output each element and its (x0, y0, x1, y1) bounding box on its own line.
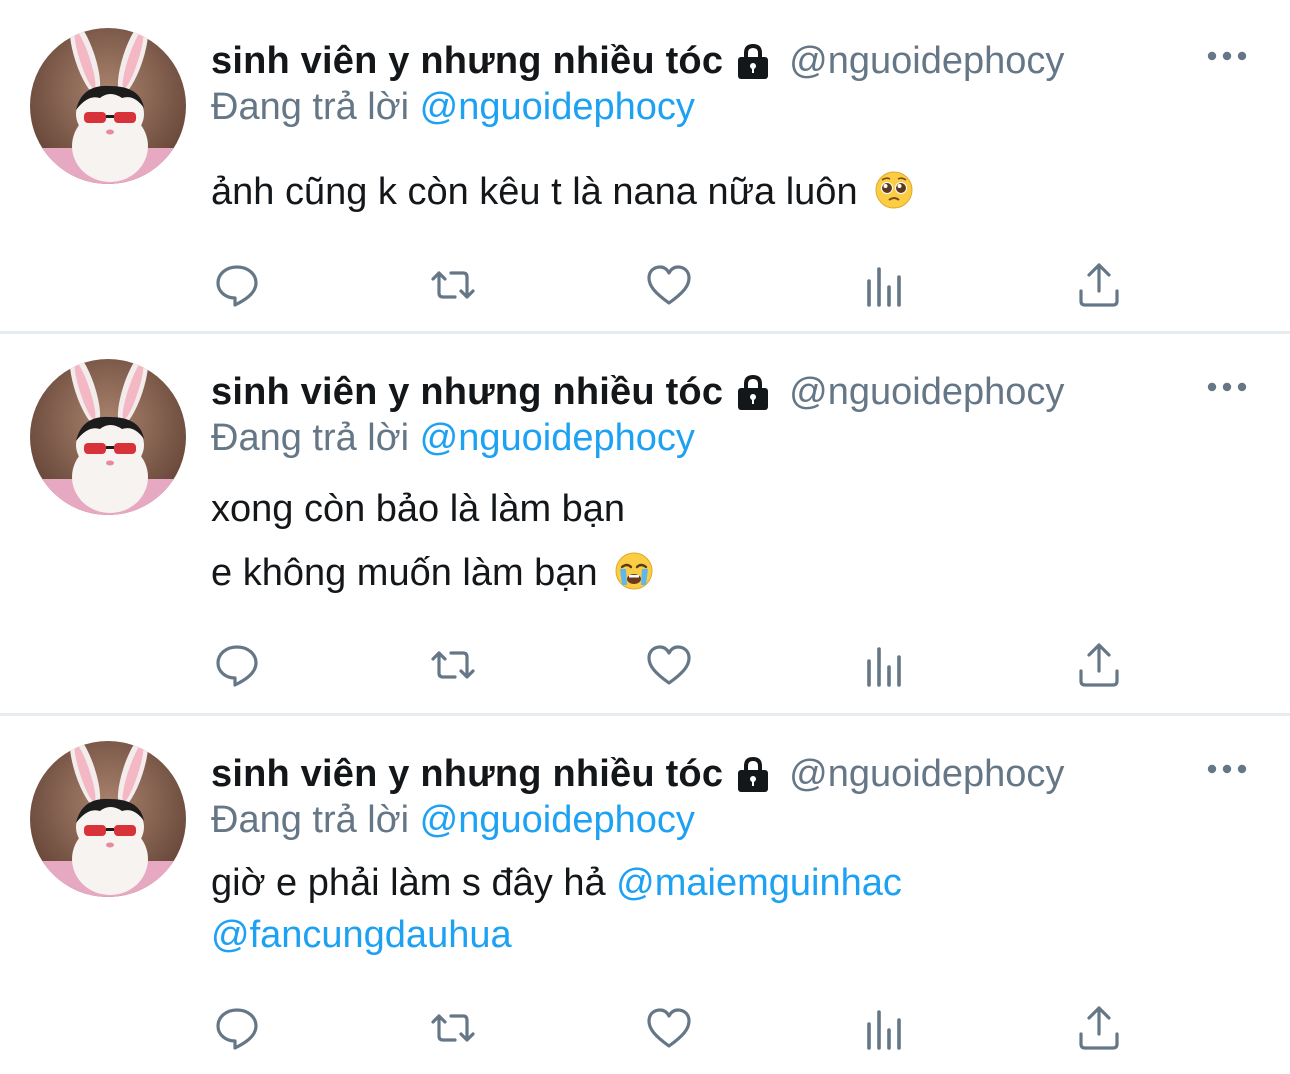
user-handle[interactable]: @nguoidephocy (789, 753, 1119, 796)
share-icon[interactable] (1073, 640, 1125, 690)
display-name[interactable]: sinh viên y nhưng nhiều tóc (211, 40, 723, 83)
retweet-icon[interactable] (427, 640, 479, 690)
share-icon[interactable] (1073, 260, 1125, 310)
tweet[interactable]: sinh viên y nhưng nhiều tóc @nguoidephoc… (0, 713, 1290, 1074)
share-icon[interactable] (1073, 1003, 1125, 1053)
lock-icon (733, 41, 773, 81)
reply-prefix: Đang trả lời (211, 417, 410, 459)
tweet-text: ảnh cũng k còn kêu t là nana nữa luôn (211, 160, 914, 224)
mention-link[interactable]: @maiemguinhac (616, 862, 902, 904)
mention-link[interactable]: @fancungdauhua (211, 914, 512, 956)
reply-icon[interactable] (211, 640, 263, 690)
reply-context: Đang trả lời @nguoidephocy (211, 417, 695, 460)
tweet-text-line: ảnh cũng k còn kêu t là nana nữa luôn (211, 171, 858, 213)
tweet-text-line: xong còn bảo là làm bạn (211, 488, 626, 530)
display-name[interactable]: sinh viên y nhưng nhiều tóc (211, 753, 723, 796)
analytics-icon[interactable] (859, 640, 911, 690)
analytics-icon[interactable] (859, 1003, 911, 1053)
retweet-icon[interactable] (427, 1003, 479, 1053)
reply-context: Đang trả lời @nguoidephocy (211, 799, 695, 842)
pleading-face-emoji (874, 170, 914, 210)
tweet[interactable]: sinh viên y nhưng nhiều tóc @nguoidephoc… (0, 0, 1290, 333)
reply-context: Đang trả lời @nguoidephocy (211, 86, 695, 129)
reply-icon[interactable] (211, 260, 263, 310)
loudly-crying-face-emoji (614, 551, 654, 591)
bunny-avatar-icon[interactable] (30, 28, 186, 184)
user-handle[interactable]: @nguoidephocy (789, 371, 1119, 414)
analytics-icon[interactable] (859, 260, 911, 310)
tweet-text-line: giờ e phải làm s đây hả (211, 862, 617, 904)
like-icon[interactable] (643, 1003, 695, 1053)
more-options-icon[interactable] (1205, 375, 1249, 399)
retweet-icon[interactable] (427, 260, 479, 310)
lock-icon (733, 754, 773, 794)
reply-mention-link[interactable]: @nguoidephocy (420, 417, 695, 459)
more-options-icon[interactable] (1205, 44, 1249, 68)
user-handle[interactable]: @nguoidephocy (789, 40, 1119, 83)
like-icon[interactable] (643, 260, 695, 310)
reply-icon[interactable] (211, 1003, 263, 1053)
like-icon[interactable] (643, 640, 695, 690)
tweet-actions (0, 260, 1290, 310)
tweet-actions (0, 1003, 1290, 1053)
tweet-text-line: e không muốn làm bạn (211, 552, 598, 594)
display-name[interactable]: sinh viên y nhưng nhiều tóc (211, 371, 723, 414)
tweet[interactable]: sinh viên y nhưng nhiều tóc @nguoidephoc… (0, 331, 1290, 716)
reply-prefix: Đang trả lời (211, 86, 410, 128)
bunny-avatar-icon[interactable] (30, 359, 186, 515)
tweet-actions (0, 640, 1290, 690)
tweet-text: giờ e phải làm s đây hả @maiemguinhac @f… (211, 857, 902, 961)
more-options-icon[interactable] (1205, 757, 1249, 781)
lock-icon (733, 372, 773, 412)
reply-mention-link[interactable]: @nguoidephocy (420, 86, 695, 128)
reply-mention-link[interactable]: @nguoidephocy (420, 799, 695, 841)
reply-prefix: Đang trả lời (211, 799, 410, 841)
bunny-avatar-icon[interactable] (30, 741, 186, 897)
tweet-text: xong còn bảo là làm bạn e không muốn làm… (211, 477, 654, 605)
